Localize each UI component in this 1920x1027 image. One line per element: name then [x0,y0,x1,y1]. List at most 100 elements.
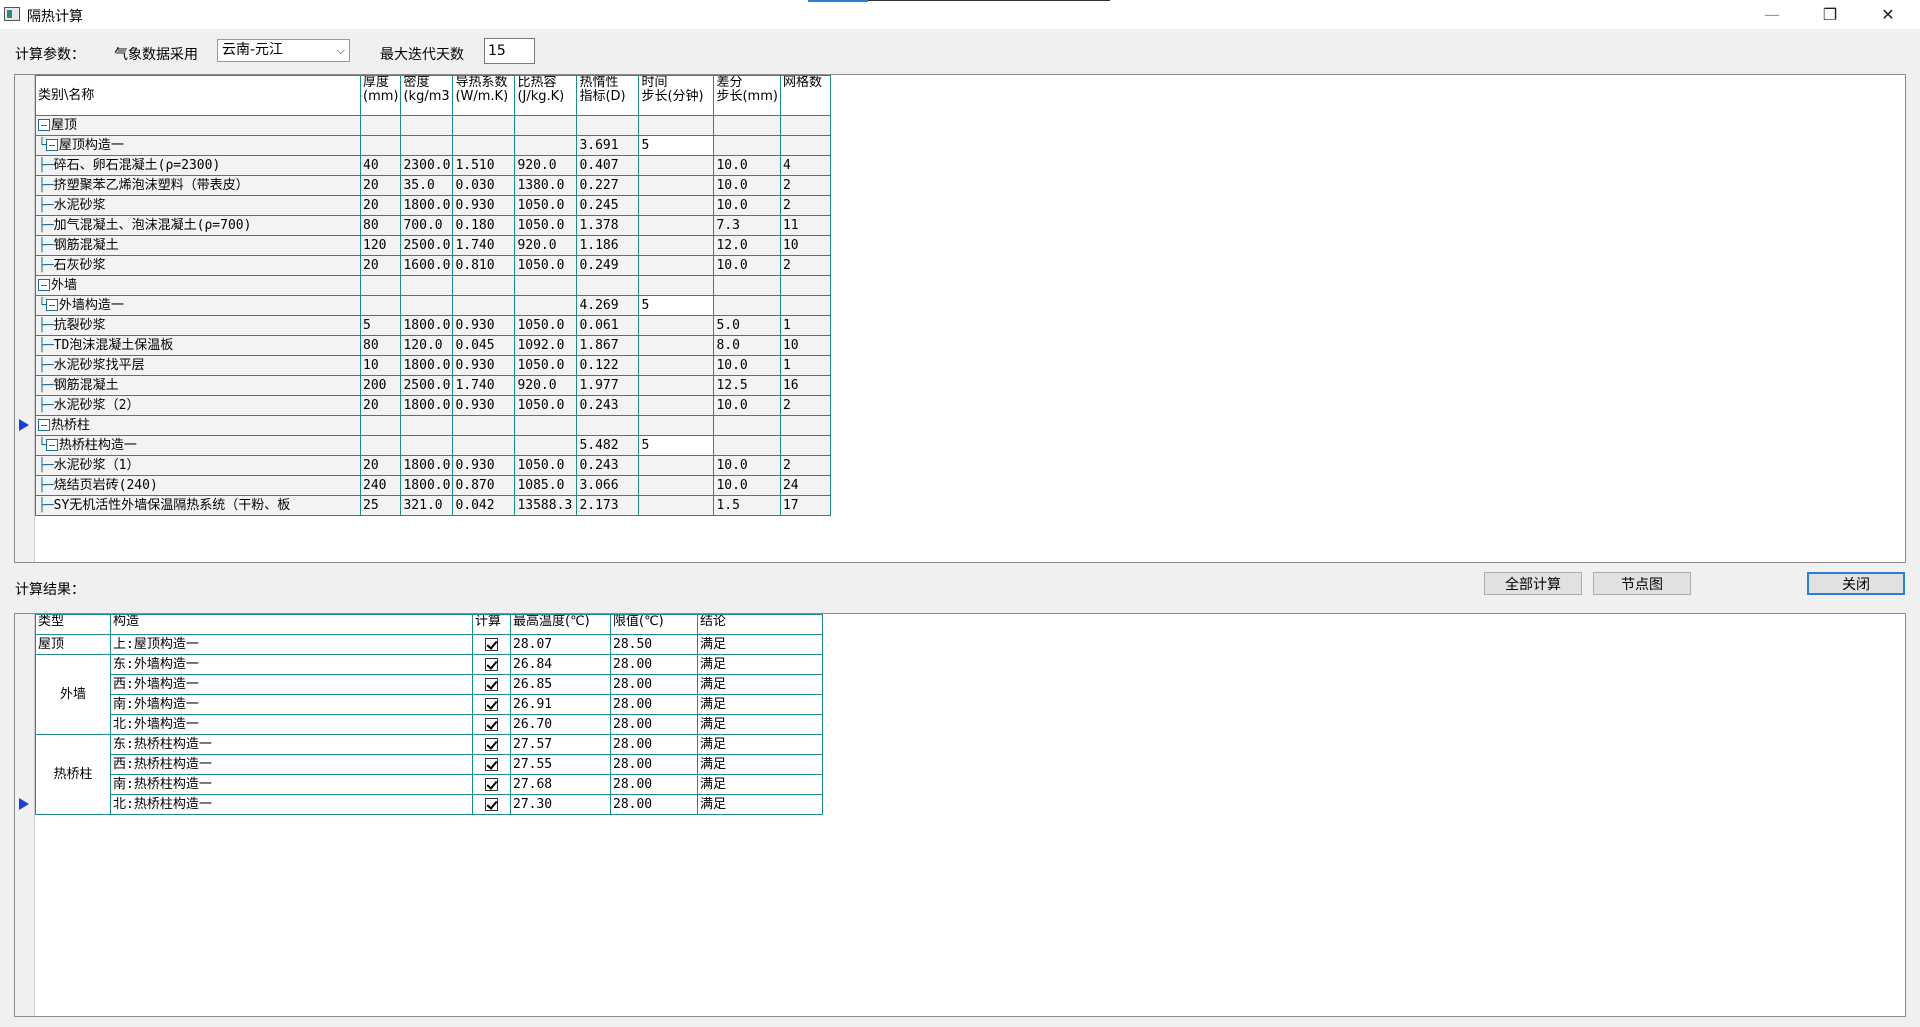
layer-cell[interactable]: 3.066 [576,475,640,496]
layer-cell[interactable]: 1050.0 [514,355,578,376]
layer-cell[interactable] [713,275,781,296]
layer-cell[interactable]: 0.245 [576,195,640,216]
calc-all-button[interactable]: 全部计算 [1484,572,1582,595]
layer-cell[interactable]: 0.243 [576,395,640,416]
checkbox-checked-icon[interactable] [485,637,498,651]
layer-cell[interactable]: 0.930 [452,315,516,336]
layer-cell[interactable]: 120 [359,235,402,256]
layer-cell[interactable] [638,175,715,196]
layer-cell[interactable] [638,215,715,236]
layer-cell[interactable] [514,135,578,156]
layer-cell[interactable] [713,115,781,136]
layer-name-cell[interactable]: 热桥柱 [35,415,361,436]
results-calc-cell[interactable] [472,654,511,675]
layer-cell[interactable] [638,255,715,276]
layer-cell[interactable]: 1800.0 [400,315,454,336]
layer-cell[interactable]: 0.045 [452,335,516,356]
layer-cell[interactable]: 1.977 [576,375,640,396]
layer-name-cell[interactable]: ├─ 钢筋混凝土 [35,235,361,256]
layer-cell[interactable]: 5 [638,295,715,316]
layer-cell[interactable] [452,415,516,436]
layer-cell[interactable]: 1.740 [452,235,516,256]
layer-row[interactable]: 外墙 [35,275,831,296]
layer-cell[interactable]: 0.180 [452,215,516,236]
layer-cell[interactable] [400,135,454,156]
layer-cell[interactable]: 5 [638,435,715,456]
layer-row[interactable]: └ 外墙构造一 4.269 5 [35,295,831,316]
layer-cell[interactable]: 10 [779,235,831,256]
layer-cell[interactable] [638,315,715,336]
layer-row[interactable]: ├─ 水泥砂浆找平层 10 1800.0 0.930 1050.0 0.122 10.0 1 [35,355,831,376]
layer-cell[interactable]: 1.510 [452,155,516,176]
layer-cell[interactable] [638,275,715,296]
layer-cell[interactable]: 1050.0 [514,315,578,336]
results-row[interactable]: 南:热桥柱构造一 27.68 28.00 满足 [36,774,823,795]
results-calc-cell[interactable] [472,674,511,695]
layer-cell[interactable] [779,115,831,136]
layer-cell[interactable]: 12.0 [713,235,781,256]
layer-name-cell[interactable]: ├─ 加气混凝土、泡沫混凝土(ρ=700) [35,215,361,236]
collapse-icon[interactable] [38,419,50,431]
results-col-header[interactable]: 构造 [110,614,473,635]
checkbox-checked-icon[interactable] [485,757,498,771]
layer-row[interactable]: ├─ 钢筋混凝土 120 2500.0 1.740 920.0 1.186 12.0 10 [35,235,831,256]
layer-cell[interactable]: 0.042 [452,495,516,516]
layer-name-cell[interactable]: ├─ 钢筋混凝土 [35,375,361,396]
layer-cell[interactable] [400,275,454,296]
layer-row[interactable]: ├─ 钢筋混凝土 200 2500.0 1.740 920.0 1.977 12.5 16 [35,375,831,396]
layer-cell[interactable]: 0.030 [452,175,516,196]
layer-name-cell[interactable]: 外墙 [35,275,361,296]
layer-cell[interactable]: 0.930 [452,455,516,476]
layer-cell[interactable]: 1050.0 [514,455,578,476]
layer-cell[interactable]: 2300.0 [400,155,454,176]
checkbox-checked-icon[interactable] [485,697,498,711]
results-row[interactable]: 外墙 东:外墙构造一 26.84 28.00 满足 [35,654,823,735]
layer-cell[interactable]: 2 [779,175,831,196]
layer-cell[interactable] [779,135,831,156]
layer-cell[interactable]: 10.0 [713,255,781,276]
checkbox-checked-icon[interactable] [485,657,498,671]
layer-cell[interactable] [359,415,402,436]
layer-cell[interactable] [452,435,516,456]
layer-cell[interactable] [576,415,640,436]
layer-cell[interactable]: 5 [638,135,715,156]
checkbox-checked-icon[interactable] [485,777,498,791]
layer-row[interactable]: ├─ 水泥砂浆（2） 20 1800.0 0.930 1050.0 0.243 10.0 2 [35,395,831,416]
layer-cell[interactable] [400,115,454,136]
layer-cell[interactable] [452,275,516,296]
layers-grid[interactable]: 类别\名称 厚度 (mm) 密度 (kg/m3 导热系数 (W/m.K) 比热容 (J/… [14,74,1906,563]
layer-name-cell[interactable]: ├─ 水泥砂浆找平层 [35,355,361,376]
layer-cell[interactable]: 0.243 [576,455,640,476]
layer-cell[interactable]: 1.186 [576,235,640,256]
layer-cell[interactable]: 200 [359,375,402,396]
layer-cell[interactable] [638,335,715,356]
layer-cell[interactable]: 1600.0 [400,255,454,276]
layer-cell[interactable]: 2 [779,395,831,416]
layer-cell[interactable]: 10.0 [713,455,781,476]
results-row[interactable]: 西:外墙构造一 26.85 28.00 满足 [36,674,823,695]
collapse-icon[interactable] [38,279,50,291]
layer-cell[interactable] [779,415,831,436]
layer-cell[interactable]: 80 [359,215,402,236]
results-calc-cell[interactable] [472,734,511,755]
results-col-header[interactable]: 最高温度(℃) [510,614,611,635]
layer-cell[interactable] [638,495,715,516]
layer-cell[interactable]: 240 [359,475,402,496]
layer-cell[interactable]: 1.5 [713,495,781,516]
collapse-icon[interactable] [45,439,58,451]
layers-col-header[interactable]: 比热容 (J/kg.K) [514,75,578,116]
layer-name-cell[interactable]: ├─ 水泥砂浆 [35,195,361,216]
layer-cell[interactable] [638,395,715,416]
layer-cell[interactable]: 10.0 [713,475,781,496]
layer-cell[interactable]: 1050.0 [514,255,578,276]
layer-name-cell[interactable]: ├─ 石灰砂浆 [35,255,361,276]
layer-cell[interactable] [359,435,402,456]
checkbox-checked-icon[interactable] [485,737,498,751]
layer-cell[interactable]: 20 [359,395,402,416]
layer-name-cell[interactable]: ├─ 碎石、卵石混凝土(ρ=2300) [35,155,361,176]
layer-cell[interactable] [638,355,715,376]
layer-cell[interactable]: 2500.0 [400,375,454,396]
layer-cell[interactable]: 1800.0 [400,475,454,496]
layer-row[interactable]: └ 屋顶构造一 3.691 5 [35,135,831,156]
layer-cell[interactable] [514,435,578,456]
